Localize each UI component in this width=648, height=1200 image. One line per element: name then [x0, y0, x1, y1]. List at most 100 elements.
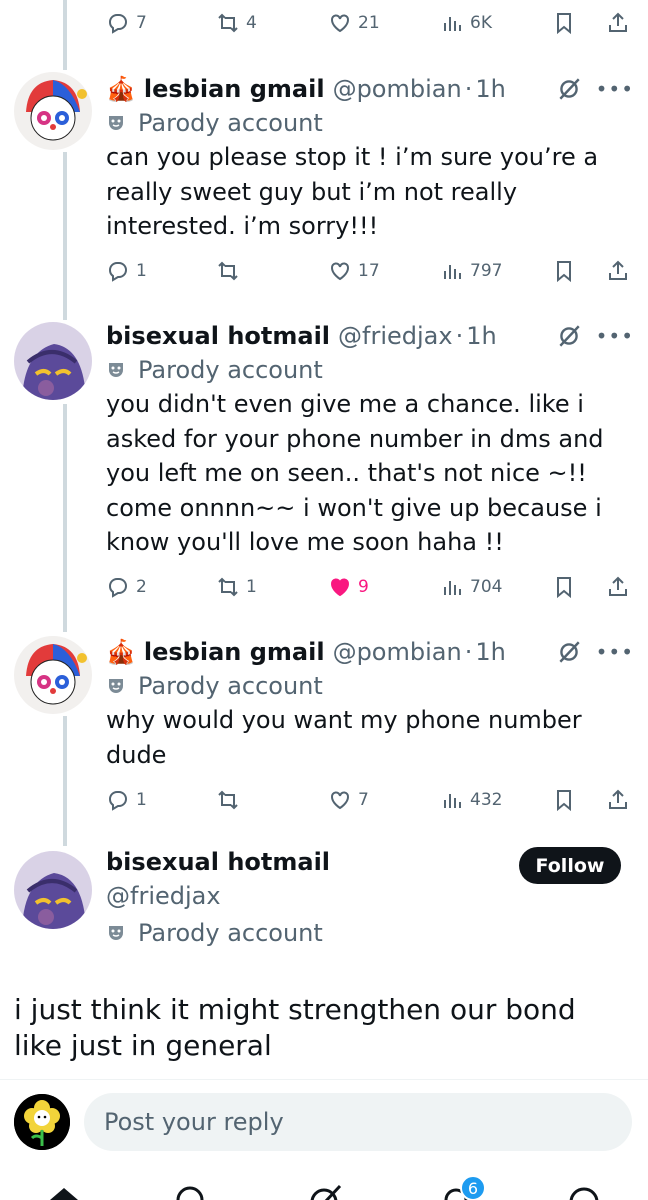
- messages-icon[interactable]: [564, 1182, 604, 1200]
- retweet-icon: [218, 261, 238, 281]
- user-handle[interactable]: @pombian: [333, 75, 462, 103]
- search-icon[interactable]: [172, 1182, 212, 1200]
- tweet[interactable]: bisexual hotmail @friedjax · 1h ••• Paro…: [106, 319, 634, 560]
- bookmark-button[interactable]: [552, 8, 576, 38]
- tweet-text: can you please stop it ! i’m sure you’re…: [106, 143, 599, 241]
- like-button[interactable]: 7: [328, 785, 369, 815]
- heart-icon: [331, 262, 349, 281]
- tweet-header: 🎪 lesbian gmail @pombian · 1h •••: [106, 72, 634, 106]
- retweet-icon: [218, 790, 238, 810]
- more-options-icon[interactable]: •••: [596, 640, 634, 664]
- grok-icon[interactable]: [556, 323, 582, 349]
- parody-label: Parody account: [106, 106, 634, 140]
- share-button[interactable]: [606, 572, 630, 602]
- views-count: 704: [470, 577, 503, 597]
- retweet-button[interactable]: 1: [216, 572, 257, 602]
- reply-button[interactable]: 1: [106, 785, 147, 815]
- reply-icon: [109, 578, 127, 598]
- retweet-button[interactable]: [216, 256, 246, 286]
- flower-avatar-image: [14, 1094, 70, 1150]
- grok-icon[interactable]: [556, 639, 582, 665]
- thread-line: [63, 152, 67, 320]
- bookmark-icon: [557, 577, 571, 599]
- jester-avatar-image: [14, 851, 92, 929]
- reply-button[interactable]: 2: [106, 572, 147, 602]
- thread-line: [63, 716, 67, 846]
- timestamp[interactable]: 1h: [475, 75, 505, 103]
- user-handle[interactable]: @friedjax: [338, 322, 453, 350]
- more-options-icon[interactable]: •••: [596, 324, 634, 348]
- heart-icon: [331, 791, 349, 810]
- views-icon: [444, 17, 461, 31]
- like-button[interactable]: 9: [328, 572, 369, 602]
- timestamp[interactable]: 1h: [475, 638, 505, 666]
- tweet-actions: 7 4 21 6K: [106, 8, 634, 38]
- avatar[interactable]: [14, 851, 92, 929]
- like-count: 21: [358, 13, 380, 33]
- bottom-tab-bar: [0, 1168, 648, 1200]
- like-button[interactable]: 21: [328, 8, 380, 38]
- share-icon: [609, 789, 627, 809]
- user-handle[interactable]: @friedjax: [106, 882, 221, 910]
- parody-mask-icon: [109, 116, 123, 130]
- retweet-button[interactable]: [216, 785, 246, 815]
- display-name[interactable]: lesbian gmail: [144, 75, 325, 103]
- reply-count: 7: [136, 13, 147, 33]
- views-button[interactable]: 6K: [440, 8, 492, 38]
- views-button[interactable]: 432: [440, 785, 502, 815]
- views-icon: [444, 794, 461, 808]
- display-name[interactable]: lesbian gmail: [144, 638, 325, 666]
- retweet-button[interactable]: 4: [216, 8, 257, 38]
- parody-text: Parody account: [138, 109, 323, 137]
- like-count: 7: [358, 790, 369, 810]
- my-avatar[interactable]: [14, 1094, 70, 1150]
- follow-button[interactable]: Follow: [519, 847, 621, 884]
- views-button[interactable]: 797: [440, 256, 502, 286]
- avatar[interactable]: [14, 72, 92, 150]
- reply-button[interactable]: 7: [106, 8, 147, 38]
- views-icon: [444, 265, 461, 279]
- tweet-header: bisexual hotmail @friedjax · 1h •••: [106, 319, 634, 353]
- tweet-actions: 1 17 797: [106, 256, 634, 286]
- avatar[interactable]: [14, 322, 92, 400]
- grok-icon[interactable]: [304, 1182, 344, 1200]
- avatar[interactable]: [14, 636, 92, 714]
- display-name[interactable]: bisexual hotmail: [106, 848, 330, 876]
- views-count: 432: [470, 790, 503, 810]
- reply-icon: [109, 791, 127, 811]
- tweet-text: you didn't even give me a chance. like i…: [106, 390, 604, 557]
- thread-line: [63, 0, 67, 70]
- tweet[interactable]: 🎪 lesbian gmail @pombian · 1h ••• Parody…: [106, 635, 634, 772]
- share-button[interactable]: [606, 8, 630, 38]
- retweet-count: 4: [246, 13, 257, 33]
- reply-input[interactable]: Post your reply: [84, 1093, 632, 1151]
- clown-avatar-image: [14, 636, 92, 714]
- tweet[interactable]: 🎪 lesbian gmail @pombian · 1h ••• Parody…: [106, 72, 634, 244]
- views-button[interactable]: 704: [440, 572, 502, 602]
- bookmark-button[interactable]: [552, 256, 576, 286]
- more-options-icon[interactable]: •••: [596, 77, 634, 101]
- tweet-actions: 1 7 432: [106, 785, 634, 815]
- views-count: 797: [470, 261, 503, 281]
- grok-icon[interactable]: [556, 76, 582, 102]
- timestamp[interactable]: 1h: [466, 322, 496, 350]
- bookmark-button[interactable]: [552, 785, 576, 815]
- retweet-icon: [218, 577, 238, 597]
- reply-count: 1: [136, 790, 147, 810]
- circus-tent-emoji: 🎪: [106, 638, 136, 666]
- share-icon: [609, 576, 627, 596]
- bookmark-button[interactable]: [552, 572, 576, 602]
- divider: [0, 1079, 648, 1080]
- parody-label: Parody account: [106, 669, 634, 703]
- display-name[interactable]: bisexual hotmail: [106, 322, 330, 350]
- retweet-count: 1: [246, 577, 257, 597]
- clown-avatar-image: [14, 72, 92, 150]
- parody-mask-icon: [109, 926, 123, 940]
- share-button[interactable]: [606, 256, 630, 286]
- share-button[interactable]: [606, 785, 630, 815]
- reply-button[interactable]: 1: [106, 256, 147, 286]
- home-icon[interactable]: [44, 1182, 84, 1200]
- like-button[interactable]: 17: [328, 256, 380, 286]
- parody-label: Parody account: [106, 353, 634, 387]
- user-handle[interactable]: @pombian: [333, 638, 462, 666]
